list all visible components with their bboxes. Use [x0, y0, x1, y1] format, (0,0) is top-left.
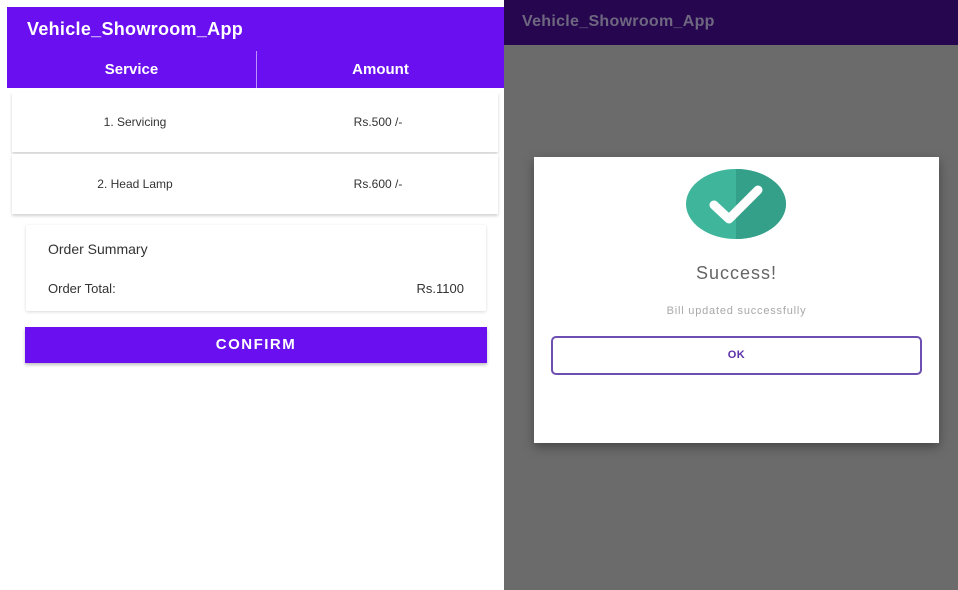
order-summary-title: Order Summary: [48, 241, 148, 257]
row-service: 1. Servicing: [103, 115, 167, 129]
order-total-value: Rs.1100: [416, 281, 464, 296]
row-amount: Rs.600 /-: [353, 177, 403, 191]
app-title: Vehicle_Showroom_App: [27, 19, 244, 39]
table-row[interactable]: 2. Head Lamp Rs.600 /-: [12, 154, 498, 214]
header-amount: Amount: [352, 61, 409, 78]
row-amount: Rs.500 /-: [353, 115, 403, 129]
dialog-title: Success!: [695, 263, 778, 283]
success-screen: Vehicle_Showroom_App Success! Bill updat…: [504, 0, 958, 590]
bill-screen: Vehicle_Showroom_App Service Amount 1. S…: [0, 0, 504, 590]
order-summary-card: Order Summary Order Total: Rs.1100: [26, 225, 486, 311]
header-service: Service: [104, 61, 159, 78]
success-dialog: Success! Bill updated successfully OK: [534, 157, 939, 443]
app-bar: Vehicle_Showroom_App: [7, 7, 504, 51]
confirm-button[interactable]: CONFIRM: [25, 327, 487, 363]
app-title: Vehicle_Showroom_App: [522, 13, 715, 30]
table-row[interactable]: 1. Servicing Rs.500 /-: [12, 92, 498, 152]
ok-button[interactable]: OK: [551, 336, 922, 375]
row-service: 2. Head Lamp: [97, 177, 173, 191]
order-total-label: Order Total:: [48, 281, 116, 296]
check-circle-icon: [686, 169, 786, 239]
app-bar-dimmed: Vehicle_Showroom_App: [504, 0, 958, 45]
dialog-message: Bill updated successfully: [666, 305, 807, 317]
table-header: Service Amount: [7, 51, 504, 88]
